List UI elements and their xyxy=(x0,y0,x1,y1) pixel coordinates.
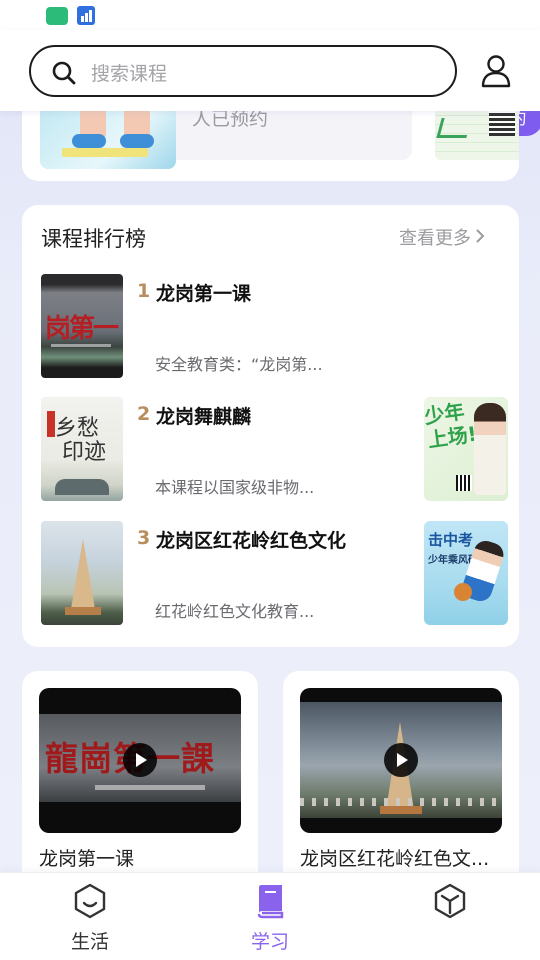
video-card[interactable]: 龙岗区红花岭红色文... xyxy=(283,671,519,891)
video-title: 龙岗区红花岭红色文... xyxy=(300,848,490,870)
bottom-tab-bar: 生活 学习 xyxy=(0,872,540,960)
course-description: 安全教育类：“龙岗第... xyxy=(155,355,323,374)
book-icon xyxy=(257,885,284,919)
app-notification-icon xyxy=(46,7,68,25)
life-icon xyxy=(74,883,106,919)
video-thumbnail[interactable] xyxy=(300,688,502,833)
rank-number: 3 xyxy=(137,527,151,549)
chevron-right-icon xyxy=(476,229,485,243)
course-ranking-card: 课程排行榜 查看更多 岗第一 1 龙岗第一课 安全教育类：“龙岗第... 乡愁 … xyxy=(22,205,519,647)
chart-app-notification-icon xyxy=(77,6,95,25)
ranking-item[interactable]: 3 龙岗区红花岭红色文化 红花岭红色文化教育... 击中考 少年乘风破浪 xyxy=(41,521,511,627)
header: 搜索课程 xyxy=(0,30,540,111)
search-icon xyxy=(52,61,76,85)
tab-life[interactable]: 生活 xyxy=(30,873,150,960)
course-thumbnail xyxy=(41,521,123,625)
search-placeholder: 搜索课程 xyxy=(91,63,168,85)
course-name: 龙岗区红花岭红色文化 xyxy=(156,530,347,552)
tab-label: 生活 xyxy=(70,931,109,953)
cube-icon xyxy=(434,883,466,919)
ranking-item[interactable]: 岗第一 1 龙岗第一课 安全教育类：“龙岗第... xyxy=(41,274,511,380)
status-bar xyxy=(0,0,540,30)
play-icon[interactable] xyxy=(123,743,157,777)
course-description: 红花岭红色文化教育... xyxy=(155,602,315,621)
course-thumbnail: 乡愁 印迹 xyxy=(41,397,123,501)
play-icon[interactable] xyxy=(384,743,418,777)
video-card[interactable]: 龍崗第一課 龙岗第一课 xyxy=(22,671,258,891)
view-more-label: 查看更多 xyxy=(399,228,471,249)
rank-number: 2 xyxy=(137,403,151,425)
course-description: 本课程以国家级非物... xyxy=(155,478,315,497)
course-thumbnail: 岗第一 xyxy=(41,274,123,378)
section-title: 课程排行榜 xyxy=(41,227,146,251)
user-icon[interactable] xyxy=(480,54,512,88)
search-input[interactable]: 搜索课程 xyxy=(29,45,457,97)
promo-side-image[interactable]: 击中考 少年乘风破浪 xyxy=(424,521,508,625)
course-name: 龙岗舞麒麟 xyxy=(156,406,252,428)
ranking-item[interactable]: 乡愁 印迹 2 龙岗舞麒麟 本课程以国家级非物... 少年 上场! xyxy=(41,397,511,503)
video-title: 龙岗第一课 xyxy=(39,848,135,870)
rank-number: 1 xyxy=(137,280,151,302)
course-name: 龙岗第一课 xyxy=(156,283,252,305)
view-more-link[interactable]: 查看更多 xyxy=(399,224,485,250)
tab-cube[interactable] xyxy=(390,873,510,960)
video-thumbnail[interactable]: 龍崗第一課 xyxy=(39,688,241,833)
tab-study[interactable]: 学习 xyxy=(210,873,330,960)
qr-code-icon xyxy=(489,110,515,136)
qr-code-icon xyxy=(456,475,472,491)
promo-side-image[interactable]: 少年 上场! xyxy=(424,397,508,501)
tab-label: 学习 xyxy=(250,931,289,953)
